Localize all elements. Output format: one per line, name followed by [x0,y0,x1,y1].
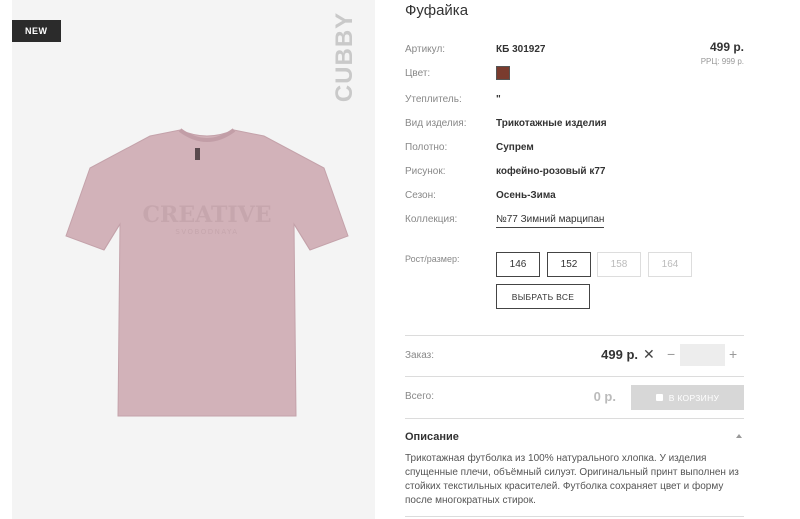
total-value: 0 р. [593,389,616,404]
prop-article: Артикул: КБ 301927 [405,44,546,55]
size-152-button[interactable]: 152 [547,252,591,277]
product-gallery: NEW CUBBY CREATIVE SVOBODNAYA [12,0,375,519]
prop-insulation: Утеплитель: " [405,94,501,105]
cart-icon [655,394,663,401]
color-swatch[interactable] [496,66,510,80]
select-all-button[interactable]: ВЫБРАТЬ ВСЕ [496,284,590,309]
prop-season: Сезон: Осень-Зима [405,190,556,201]
prop-color: Цвет: [405,66,745,84]
divider [405,376,744,377]
brand-logo: CUBBY [331,11,358,103]
product-price: 499 р. [709,40,744,54]
divider [405,516,744,517]
sizes-label: Рост/размер: [405,254,460,264]
multiply-icon: ✕ [643,346,655,362]
prop-collection: Коллекция: №77 Зимний марципан [405,214,745,230]
divider [405,335,744,336]
description-text: Трикотажная футболка из 100% натуральног… [405,453,739,506]
prop-kind: Вид изделия: Трикотажные изделия [405,118,607,129]
order-label: Заказ: [405,350,435,361]
add-to-cart-button[interactable]: В КОРЗИНУ [631,385,744,410]
chevron-up-icon[interactable] [736,434,742,438]
description-title[interactable]: Описание [405,431,459,443]
order-price: 499 р. [601,347,638,362]
decrease-button[interactable]: − [667,346,675,362]
collection-link[interactable]: №77 Зимний марципан [496,214,605,228]
total-label: Всего: [405,391,434,402]
prop-pattern: Рисунок: кофейно-розовый к77 [405,166,606,177]
add-to-cart-label: В КОРЗИНУ [668,392,720,403]
svg-text:SVOBODNAYA: SVOBODNAYA [175,228,238,236]
prop-fabric: Полотно: Супрем [405,142,534,153]
size-146-button[interactable]: 146 [496,252,540,277]
svg-text:CREATIVE: CREATIVE [143,202,272,228]
product-title: Фуфайка [405,2,469,19]
recommended-price: РРЦ: 999 р. [700,57,744,66]
product-image[interactable]: CREATIVE SVOBODNAYA [62,128,352,428]
size-158-button: 158 [597,252,641,277]
size-164-button: 164 [648,252,692,277]
new-badge: NEW [12,20,61,42]
quantity-input[interactable] [680,344,725,366]
divider [405,418,744,419]
increase-button[interactable]: + [729,346,737,362]
